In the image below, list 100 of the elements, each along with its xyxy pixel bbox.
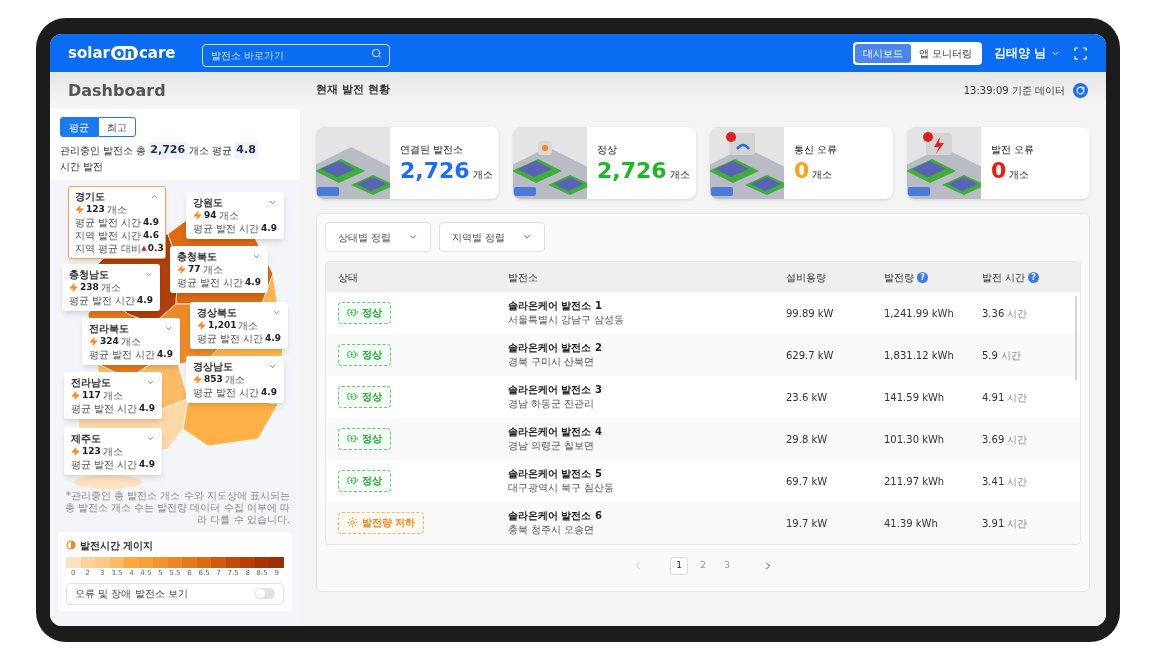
lightning-icon [75, 204, 84, 214]
toggle-label: 오류 및 장애 발전소 보기 [75, 587, 188, 601]
region-name: 경상남도 [193, 359, 233, 373]
stat-value: 4.9 [157, 347, 173, 361]
output-value: 1,241.99 kWh [884, 306, 955, 321]
column-header: 설비용량 [786, 270, 826, 285]
chevron-down-icon [408, 232, 418, 242]
hours-unit: 시간 [1007, 516, 1028, 531]
stat-label: 평균 발전 시간 [71, 401, 138, 415]
battery-icon [347, 475, 358, 486]
stat-value: 4.9 [143, 215, 159, 229]
status-badge: 정상 [338, 301, 391, 324]
stat-label: 평균 발전 시간 [71, 457, 138, 471]
capacity-value: 19.7 kW [786, 516, 829, 531]
timestamp: 13:39:09 기준 데이터 [963, 84, 1065, 98]
hours-value: 3.41 [982, 474, 1005, 489]
gauge-icon [66, 540, 76, 550]
stat-value: 4.9 [265, 331, 281, 345]
lightning-icon [71, 390, 80, 400]
card-value: 0 [991, 156, 1007, 185]
battery-icon [347, 433, 358, 444]
card-label: 연결된 발전소 [400, 142, 465, 157]
card-unit: 개소 [472, 167, 493, 182]
station-address: 충북 청주시 오송면 [508, 523, 596, 537]
hours-value: 3.91 [982, 516, 1005, 531]
region-count: 238 [80, 280, 99, 294]
card-label: 발전 오류 [991, 142, 1035, 157]
table-row[interactable]: 정상 솔라온케어 발전소 4 경남 의령군 칠보면 29.8 kW 101.30 kWh 3.69 시간 [326, 418, 1080, 460]
search-icon[interactable] [371, 47, 382, 59]
battery-icon [347, 349, 358, 360]
station-address: 서울특별시 강남구 삼성동 [508, 313, 626, 327]
capacity-value: 69.7 kW [786, 474, 829, 489]
capacity-value: 29.8 kW [786, 432, 829, 447]
summary-label: 개소 평균 [189, 143, 233, 158]
status-badge: 정상 [338, 343, 391, 366]
status-badge: 정상 [338, 427, 391, 450]
region-card[interactable]: 경상북도 1,201 개소 평균 발전 시간 4.9 [190, 301, 288, 349]
stat-value: 4.9 [245, 275, 261, 289]
help-button[interactable]: ? [917, 271, 928, 283]
hours-value: 3.36 [982, 306, 1005, 321]
page-title: Dashboard [68, 80, 166, 100]
region-card[interactable]: 경상남도 853 개소 평균 발전 시간 4.9 [186, 355, 284, 403]
lightning-icon [71, 446, 80, 456]
toggle-switch[interactable] [255, 588, 275, 599]
station-name: 솔라온케어 발전소 2 [508, 341, 603, 355]
map-note: *관리중인 총 발전소 개소 수와 지도상에 표시되는 총 발전소 개소 수는 발전량 데이터 수집 여부에 따라 다를 수 있습니다. [63, 489, 291, 526]
capacity-value: 23.6 kW [786, 390, 829, 405]
stat-label: 평균 발전 시간 [193, 221, 260, 235]
hours-value: 3.69 [982, 432, 1005, 447]
page-button[interactable]: 1 [670, 557, 688, 575]
summary-value: 4.8 [234, 142, 258, 159]
region-unit: 개소 [100, 280, 121, 294]
refresh-icon [1076, 86, 1085, 95]
region-name: 전라남도 [71, 375, 111, 389]
view-tab[interactable]: 대시보드 [854, 43, 911, 63]
battery-icon [347, 307, 358, 318]
lightning-icon [69, 282, 78, 292]
sort-dropdown[interactable]: 지역별 정렬 [439, 222, 545, 252]
column-header: 상태 [338, 270, 358, 285]
search-field[interactable]: 발전소 바로가기 [202, 43, 390, 67]
output-value: 1,831.12 kWh [884, 348, 955, 363]
hours-value: 5.9 [982, 348, 998, 363]
table-row[interactable]: 발전량 저하 솔라온케어 발전소 6 충북 청주시 오송면 19.7 kW 41.39 kWh 3.91 시간 [326, 502, 1080, 544]
region-count: 117 [82, 388, 101, 402]
table-row[interactable]: 정상 솔라온케어 발전소 2 경북 구미시 산북면 629.7 kW 1,831.12 kWh 5.9 시간 [326, 334, 1080, 376]
region-card[interactable]: 충청남도 238 개소 평균 발전 시간 4.9 [62, 263, 160, 311]
column-header: 발전량 [884, 270, 914, 285]
region-name: 충청북도 [177, 249, 217, 263]
mode-tab[interactable]: 최고 [98, 117, 136, 137]
fullscreen-icon[interactable] [1073, 45, 1088, 61]
region-card[interactable]: 전라북도 324 개소 평균 발전 시간 4.9 [82, 317, 180, 365]
region-card[interactable]: 강원도 94 개소 평균 발전 시간 4.9 [186, 191, 284, 239]
region-unit: 개소 [106, 202, 127, 216]
refresh-button[interactable] [1073, 83, 1088, 98]
region-count: 123 [86, 202, 105, 216]
region-card[interactable]: 전라남도 117 개소 평균 발전 시간 4.9 [64, 371, 162, 419]
region-count: 123 [82, 444, 101, 458]
battery-icon [347, 391, 358, 402]
region-name: 강원도 [193, 195, 223, 209]
user-menu[interactable]: 김태양 님 [993, 44, 1061, 62]
help-button[interactable]: ? [1028, 271, 1040, 283]
output-value: 101.30 kWh [884, 432, 946, 447]
stat-label: 평균 발전 시간 [193, 385, 260, 399]
summary-label: 시간 발전 [60, 159, 104, 174]
capacity-value: 629.7 kW [786, 348, 835, 363]
card-unit: 개소 [812, 167, 833, 182]
column-header: 발전 시간 [982, 270, 1026, 285]
stat-label: 지역 평균 대비 [75, 241, 142, 255]
sort-dropdown[interactable]: 상태별 정렬 [325, 222, 431, 252]
stat-value: 4.9 [139, 457, 155, 471]
summary-value: 2,726 [148, 142, 188, 159]
stat-label: 지역 발전 시간 [75, 228, 142, 242]
station-name: 솔라온케어 발전소 5 [508, 467, 603, 481]
region-name: 전라북도 [89, 321, 129, 335]
region-name: 경기도 [75, 189, 105, 203]
mode-tab[interactable]: 평균 [60, 117, 98, 137]
region-card[interactable]: 충청북도 77 개소 평균 발전 시간 4.9 [170, 245, 268, 293]
region-card[interactable]: 제주도 123 개소 평균 발전 시간 4.9 [64, 427, 162, 475]
stat-label: 평균 발전 시간 [177, 275, 244, 289]
output-value: 211.97 kWh [884, 474, 946, 489]
